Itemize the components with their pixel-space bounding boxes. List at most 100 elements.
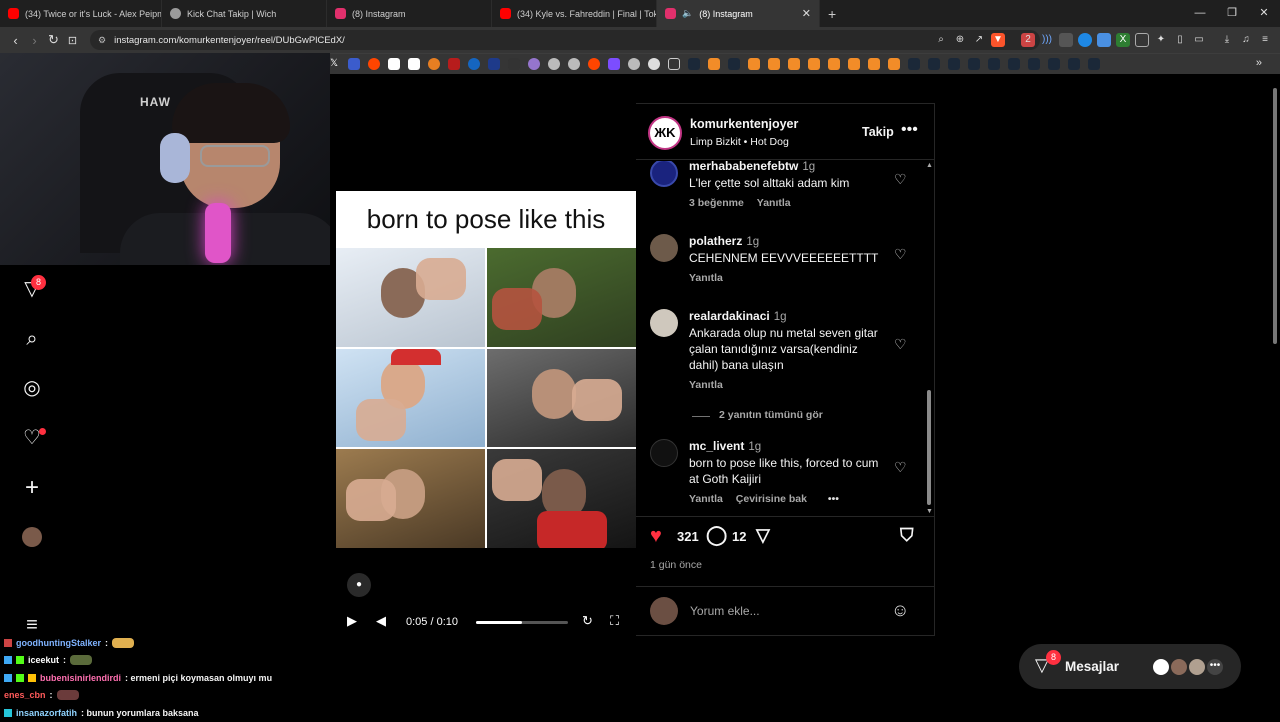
commenter-avatar[interactable] [650,309,678,337]
extension-icon[interactable] [1097,33,1111,47]
more-options-icon[interactable]: ••• [901,121,918,139]
close-window-icon[interactable]: ✕ [1248,0,1280,27]
bookmark-icon[interactable] [868,58,880,70]
media-icon[interactable]: ♫ [1239,33,1253,47]
extension-icon[interactable]: ))) [1040,33,1054,47]
new-tab-button[interactable]: + [828,6,836,22]
globe-icon[interactable] [548,58,560,70]
share-icon[interactable]: ↗ [972,33,986,47]
bookmark-icon[interactable] [888,58,900,70]
tab-instagram-1[interactable]: (8) Instagram [327,0,492,27]
bookmark-icon[interactable] [528,58,540,70]
comment-username[interactable]: merhababenefebtw 1g [689,161,815,173]
comment-username[interactable]: realardakinaci 1g [689,309,787,323]
menu-icon[interactable]: ≡ [1258,33,1272,47]
reddit-icon[interactable] [368,58,380,70]
zoom-icon[interactable]: ⌕ [934,33,948,47]
like-comment-icon[interactable]: ♡ [894,459,907,476]
reel-video[interactable]: born to pose like this ● ▶ ◀ 0:05 / 0:10… [336,103,636,636]
bookmark-icon[interactable] [648,58,660,70]
bookmark-icon[interactable] [348,58,360,70]
steam-icon[interactable] [728,58,740,70]
like-comment-icon[interactable]: ♡ [894,336,907,353]
back-icon[interactable]: ‹ [6,33,25,48]
steam-icon[interactable] [948,58,960,70]
scroll-thumb[interactable] [927,390,931,505]
reload-icon[interactable]: ↻ [44,32,63,48]
view-replies[interactable]: 2 yanıtın tümünü gör [692,409,892,423]
steam-icon[interactable] [928,58,940,70]
commenter-avatar[interactable] [650,439,678,467]
fullscreen-icon[interactable]: ⛶ [610,613,619,629]
globe-icon[interactable] [628,58,640,70]
bookmark-icon[interactable] [708,58,720,70]
like-comment-icon[interactable]: ♡ [894,171,907,188]
bookmark-icon[interactable] [468,58,480,70]
steam-icon[interactable] [1068,58,1080,70]
explore-icon[interactable]: ◎ [20,376,44,400]
site-info-icon[interactable]: ⚙ [98,35,106,46]
messages-button[interactable]: ▽ 8 Mesajlar ••• [1019,644,1241,689]
tab-kick-chat[interactable]: Kick Chat Takip | Wich [162,0,327,27]
profile-avatar[interactable] [22,527,42,547]
search-icon[interactable]: ⌕ [20,327,44,351]
comment-options-icon[interactable]: ••• [828,493,839,505]
brave-shield-icon[interactable]: ▼ [991,33,1005,47]
play-icon[interactable]: ▶ [347,613,357,629]
extension-icon[interactable]: X [1116,33,1130,47]
reply-button[interactable]: Yanıtla [689,272,723,284]
see-translation-button[interactable]: Çevirisine bak [736,493,807,505]
comment-input[interactable]: Yorum ekle... [690,604,760,618]
bookmark-icon[interactable] [388,58,400,70]
steam-icon[interactable] [688,58,700,70]
bookmark-icon[interactable] [608,58,620,70]
create-icon[interactable]: + [20,476,44,500]
bookmark-icon[interactable] [408,58,420,70]
follow-button[interactable]: Takip [862,125,894,139]
account-username[interactable]: komurkentenjoyer [690,117,798,131]
emoji-icon[interactable]: ☺ [891,600,909,621]
steam-icon[interactable] [968,58,980,70]
folder-icon[interactable] [668,58,680,70]
reply-button[interactable]: Yanıtla [757,197,791,209]
tab-instagram-active[interactable]: 🔈 (8) Instagram ✕ [657,0,820,27]
bookmark-icon[interactable] [828,58,840,70]
reply-button[interactable]: Yanıtla [689,379,723,391]
more-bookmarks-icon[interactable]: » [1256,57,1262,69]
bookmark-icon[interactable] [848,58,860,70]
reddit-icon[interactable] [588,58,600,70]
bookmark-icon[interactable] [448,58,460,70]
globe-icon[interactable] [568,58,580,70]
restore-icon[interactable]: ❐ [1216,0,1248,27]
steam-icon[interactable] [908,58,920,70]
close-tab-icon[interactable]: ✕ [802,7,811,20]
likes-count[interactable]: 321 [677,529,699,544]
scroll-down-icon[interactable]: ▼ [926,508,933,515]
reply-button[interactable]: Yanıtla [689,493,723,505]
translate-icon[interactable]: ⊕ [953,33,967,47]
page-scroll-thumb[interactable] [1273,88,1277,344]
bookmark-icon[interactable] [428,58,440,70]
address-bar[interactable]: ⚙ instagram.com/komurkentenjoyer/reel/DU… [90,30,1040,50]
comment-icon[interactable]: ◯ [706,524,727,547]
tagged-user-icon[interactable]: ● [347,573,371,597]
tab-youtube-1[interactable]: (34) Twice or it's Luck - Alex Peipman [0,0,162,27]
audio-track[interactable]: Limp Bizkit • Hot Dog [690,136,789,148]
extension-icon[interactable] [1059,33,1073,47]
save-icon[interactable]: ⛉ [900,525,914,546]
steam-icon[interactable] [1048,58,1060,70]
view-replies-text[interactable]: 2 yanıtın tümünü gör [719,409,823,421]
extension-icon[interactable] [1078,33,1092,47]
video-progress-bar[interactable] [476,621,568,624]
bookmark-icon[interactable] [808,58,820,70]
page-scrollbar[interactable] [1270,76,1280,720]
steam-icon[interactable] [1028,58,1040,70]
extension-icon[interactable] [1135,33,1149,47]
comment-username[interactable]: polatherz 1g [689,234,759,248]
tab-youtube-2[interactable]: (34) Kyle vs. Fahreddin | Final | Tokyo [492,0,657,27]
steam-icon[interactable] [988,58,1000,70]
bookmark-icon[interactable] [768,58,780,70]
comments-scrollbar[interactable]: ▲ ▼ [925,162,933,516]
commenter-avatar[interactable] [650,234,678,262]
mute-icon[interactable]: ◀ [376,613,386,629]
